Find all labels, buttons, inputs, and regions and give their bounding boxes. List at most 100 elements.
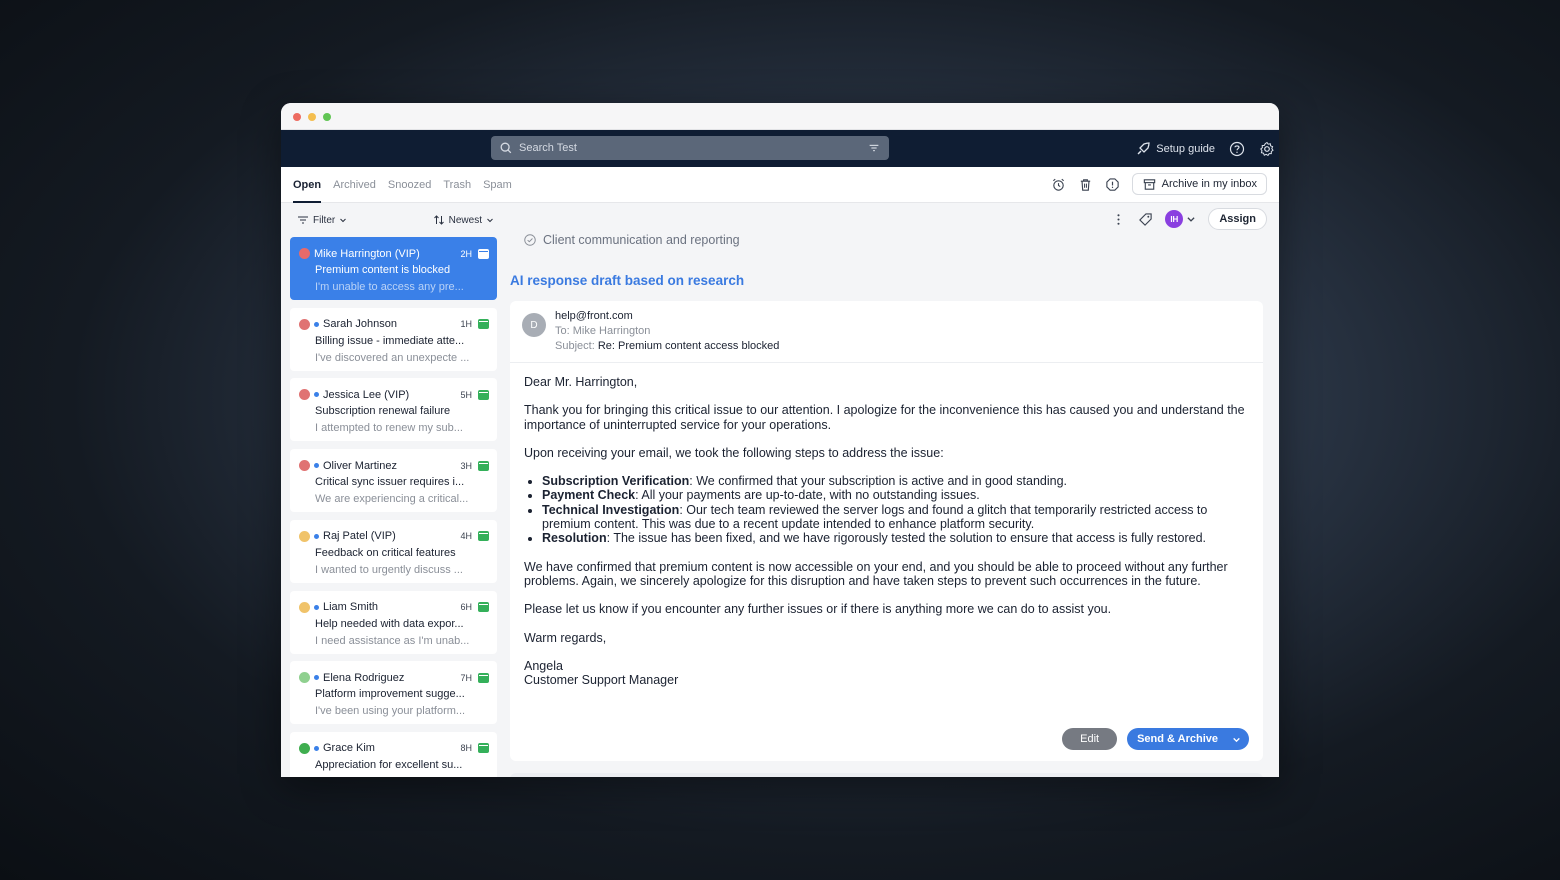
email-paragraph: Thank you for bringing this critical iss… xyxy=(524,403,1245,432)
conversation-time: 1H xyxy=(460,319,472,330)
signature-title: Customer Support Manager xyxy=(524,673,679,688)
archive-icon[interactable] xyxy=(478,672,489,683)
edit-button[interactable]: Edit xyxy=(1062,728,1118,750)
trash-icon[interactable] xyxy=(1078,177,1093,192)
conversation-subject: Subscription renewal failure xyxy=(315,405,451,418)
tab-snoozed[interactable]: Snoozed xyxy=(388,167,431,203)
topic-text: Client communication and reporting xyxy=(543,233,740,247)
conversation-time: 5H xyxy=(460,389,472,400)
conversation-sender: Elena Rodriguez xyxy=(323,671,405,684)
check-circle-icon[interactable] xyxy=(523,233,537,247)
send-and-archive-button[interactable]: Send & Archive xyxy=(1127,728,1249,750)
conversation-item[interactable]: Grace Kim 8H Appreciation for excellent su… xyxy=(290,731,497,777)
conversation-time: 7H xyxy=(460,672,472,683)
conversation-item[interactable]: Jessica Lee (VIP) 5H Subscription renewal … xyxy=(290,378,497,442)
email-paragraph: Please let us know if you encounter any … xyxy=(524,602,1112,617)
conversation-sender: Mike Harrington (VIP) xyxy=(314,247,420,260)
conversation-preview: I'm unable to access any pre... xyxy=(315,281,464,293)
conversation-subject: Premium content is blocked xyxy=(315,264,451,276)
settings-gear-icon[interactable] xyxy=(1259,141,1275,157)
conversation-preview: I've discovered an unexpecte ... xyxy=(315,351,470,364)
contact-avatar xyxy=(299,530,310,542)
more-options-icon[interactable] xyxy=(1111,212,1126,227)
tag-icon[interactable] xyxy=(1138,212,1153,227)
step-title: Technical Investigation xyxy=(542,502,680,517)
sort-arrows-icon xyxy=(433,215,444,225)
conversation-subject: Critical sync issuer requires i... xyxy=(315,476,465,489)
step-text: : The issue has been fixed, and we have … xyxy=(606,531,1207,546)
setup-guide-button[interactable]: Setup guide xyxy=(1135,141,1215,157)
contact-avatar xyxy=(299,389,310,401)
conversation-topic: Client communication and reporting xyxy=(523,233,740,247)
archive-icon[interactable] xyxy=(478,248,489,259)
minimize-window-button[interactable] xyxy=(308,113,316,121)
conversation-sender: Sarah Johnson xyxy=(323,318,397,331)
archive-icon[interactable] xyxy=(478,531,489,542)
step-item: Technical Investigation: Our tech team r… xyxy=(542,503,1254,532)
spam-report-icon[interactable] xyxy=(1105,177,1120,192)
conversation-subject: Billing issue - immediate atte... xyxy=(315,334,465,347)
archive-in-my-inbox-label: Archive in my inbox xyxy=(1161,178,1257,190)
filter-dropdown[interactable]: Filter xyxy=(297,214,347,226)
tab-open[interactable]: Open xyxy=(293,167,322,203)
email-body[interactable]: Dear Mr. Harrington, Thank you for bring… xyxy=(524,375,1254,687)
step-title: Payment Check xyxy=(542,488,636,503)
email-paragraph: We have confirmed that premium content i… xyxy=(524,559,1228,588)
conversation-subject: Appreciation for excellent su... xyxy=(315,758,463,771)
sort-label: Newest xyxy=(448,214,482,226)
unread-indicator xyxy=(314,392,319,398)
unread-indicator xyxy=(314,604,319,610)
conversation-time: 8H xyxy=(460,743,472,754)
contact-avatar xyxy=(299,460,310,472)
archive-icon[interactable] xyxy=(478,460,489,471)
email-greeting: Dear Mr. Harrington, xyxy=(524,375,638,389)
contact-avatar xyxy=(299,601,310,613)
maximize-window-button[interactable] xyxy=(323,113,331,121)
conversation-sender: Jessica Lee (VIP) xyxy=(323,388,410,401)
setup-guide-label: Setup guide xyxy=(1156,142,1215,155)
archive-icon[interactable] xyxy=(478,743,489,754)
conversation-item[interactable]: Mike Harrington (VIP) 2H Premium content i… xyxy=(290,237,497,300)
search-input[interactable]: Search Test xyxy=(491,136,889,160)
message-panel: IH Assign Client communication and repor… xyxy=(506,203,1279,777)
assignee-dropdown[interactable]: IH xyxy=(1165,210,1196,228)
contact-avatar xyxy=(299,248,310,259)
step-item: Subscription Verification: We confirmed … xyxy=(542,474,1254,488)
conversation-preview: I wanted to urgently discuss ... xyxy=(315,563,463,576)
archive-icon[interactable] xyxy=(478,319,489,330)
step-item: Resolution: The issue has been fixed, an… xyxy=(542,531,1254,545)
conversation-item[interactable]: Elena Rodriguez 7H Platform improvement su… xyxy=(290,661,497,725)
sender-avatar: D xyxy=(522,313,546,337)
help-icon[interactable] xyxy=(1229,141,1245,157)
conversation-subject: Platform improvement sugge... xyxy=(315,688,465,701)
chevron-down-icon[interactable] xyxy=(1232,735,1241,744)
filter-icon[interactable] xyxy=(867,141,881,155)
unread-indicator xyxy=(314,463,319,469)
signature-name: Angela xyxy=(524,658,563,673)
tab-trash[interactable]: Trash xyxy=(443,167,471,203)
assign-button[interactable]: Assign xyxy=(1208,208,1267,230)
tab-spam[interactable]: Spam xyxy=(483,167,512,203)
tab-archived[interactable]: Archived xyxy=(333,167,376,203)
sort-dropdown[interactable]: Newest xyxy=(433,214,494,226)
send-and-archive-label: Send & Archive xyxy=(1137,733,1218,745)
conversation-preview: I've been using your platform... xyxy=(315,705,466,718)
window-titlebar xyxy=(281,103,1279,130)
conversation-item[interactable]: Sarah Johnson 1H Billing issue - immediate… xyxy=(290,307,497,371)
snooze-alarm-icon[interactable] xyxy=(1051,177,1066,192)
conversation-item[interactable]: Raj Patel (VIP) 4H Feedback on critical fe… xyxy=(290,519,497,583)
app-window: Search Test Setup guide Open Archived Sn… xyxy=(281,103,1279,777)
rocket-icon xyxy=(1137,141,1150,154)
archive-icon[interactable] xyxy=(478,602,489,612)
search-icon xyxy=(500,142,512,154)
filter-label: Filter xyxy=(313,214,336,226)
email-paragraph: Upon receiving your email, we took the f… xyxy=(524,445,944,460)
step-title: Subscription Verification xyxy=(542,474,690,489)
conversation-item[interactable]: Oliver Martinez 3H Critical sync issuer re… xyxy=(290,449,497,513)
conversation-sender: Grace Kim xyxy=(323,742,375,755)
archive-icon[interactable] xyxy=(478,389,489,400)
archive-in-my-inbox-button[interactable]: Archive in my inbox xyxy=(1131,173,1267,195)
conversation-item[interactable]: Liam Smith 6H Help needed with data expor.… xyxy=(290,590,497,654)
close-window-button[interactable] xyxy=(293,113,301,121)
conversation-sender: Liam Smith xyxy=(323,601,379,613)
